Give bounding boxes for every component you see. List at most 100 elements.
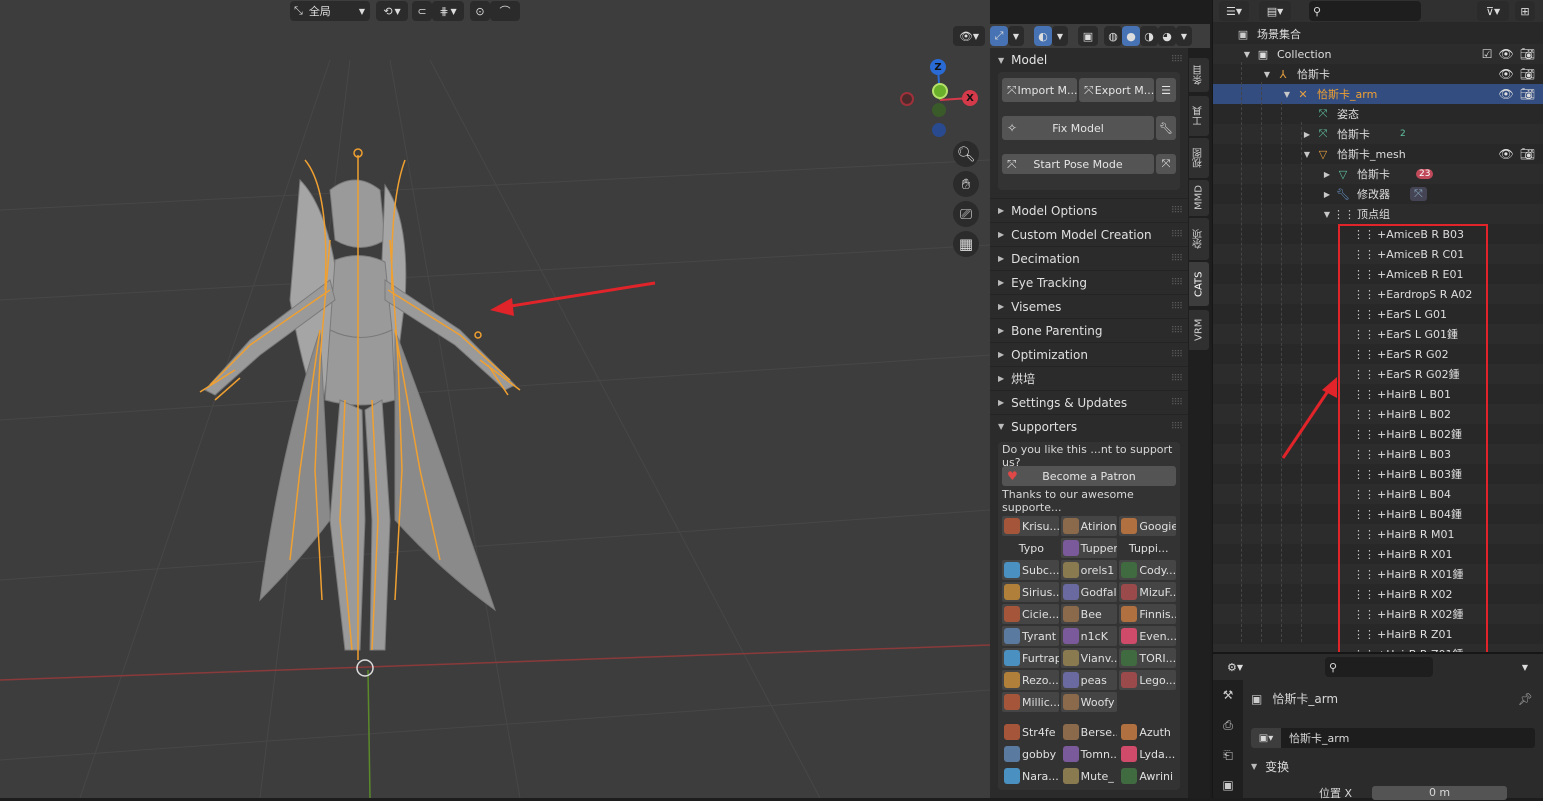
outliner-row[interactable]: ▣ 场景集合 bbox=[1213, 24, 1543, 44]
supporter-button[interactable]: Awrini bbox=[1119, 766, 1176, 786]
supporter-button[interactable]: Sirius... bbox=[1002, 582, 1059, 602]
supporter-button[interactable]: Furtrap bbox=[1002, 648, 1059, 668]
new-collection-button[interactable]: ⊞ bbox=[1515, 1, 1535, 21]
eye-icon[interactable]: 👁 bbox=[1499, 147, 1514, 161]
gizmo-toggle[interactable]: ⤢ bbox=[990, 26, 1008, 46]
supporter-button[interactable]: Woofy bbox=[1060, 692, 1118, 712]
snap-target-dropdown[interactable]: ⋕ ▼ bbox=[432, 1, 464, 21]
pan-hand-icon[interactable]: ✋︎ bbox=[953, 171, 979, 197]
camera-render-icon[interactable]: 📷︎ bbox=[1520, 47, 1535, 61]
drag-grip-icon[interactable]: ⠿⠿ bbox=[1171, 350, 1183, 360]
eye-icon[interactable]: 👁 bbox=[1499, 87, 1514, 101]
drag-grip-icon[interactable]: ⠿⠿ bbox=[1171, 230, 1183, 240]
output-tab-icon[interactable]: ⎗ bbox=[1213, 740, 1243, 770]
supporter-button[interactable]: Finnis... bbox=[1119, 604, 1177, 624]
supporter-button[interactable]: Mute_ bbox=[1061, 766, 1118, 786]
supporter-button[interactable]: orels1 bbox=[1060, 560, 1118, 580]
drag-grip-icon[interactable]: ⠿⠿ bbox=[1171, 55, 1183, 65]
supporter-button[interactable]: Str4fe bbox=[1002, 722, 1059, 742]
supporter-button[interactable]: Tyrant bbox=[1002, 626, 1059, 646]
tab-cn-2[interactable]: 视图 bbox=[1189, 138, 1209, 178]
panel-section-9[interactable]: ▼ Supporters ⠿⠿ bbox=[990, 414, 1188, 438]
solid-shading[interactable]: ● bbox=[1122, 26, 1140, 46]
expand-right-icon[interactable]: ▶ bbox=[1301, 130, 1313, 139]
transform-section-header[interactable]: ▼ 变换 bbox=[1251, 758, 1289, 775]
panel-section-4[interactable]: ▶ Visemes ⠿⠿ bbox=[990, 294, 1188, 318]
props-options-dropdown[interactable]: ▼ bbox=[1515, 657, 1535, 677]
falloff-dropdown[interactable]: ⌒ bbox=[490, 1, 520, 21]
y-axis-ball[interactable] bbox=[932, 83, 948, 99]
expand-down-icon[interactable]: ▼ bbox=[1281, 90, 1293, 99]
supporter-button[interactable]: Lego... bbox=[1119, 670, 1177, 690]
supporter-button[interactable]: Cicie... bbox=[1002, 604, 1059, 624]
camera-icon[interactable]: ⎚ bbox=[953, 201, 979, 227]
tab-mmd[interactable]: MMD bbox=[1189, 180, 1209, 216]
gizmo-dropdown[interactable]: ▼ bbox=[1008, 26, 1024, 46]
panel-section-8[interactable]: ▶ Settings & Updates ⠿⠿ bbox=[990, 390, 1188, 414]
drag-grip-icon[interactable]: ⠿⠿ bbox=[1171, 374, 1183, 384]
pose-to-shape-button[interactable]: ⤧ bbox=[1156, 154, 1176, 174]
supporter-button[interactable]: Berse... bbox=[1061, 722, 1117, 742]
supporter-button[interactable]: Typo bbox=[1002, 538, 1059, 558]
tab-cn-1[interactable]: 工具 bbox=[1189, 96, 1209, 136]
drag-grip-icon[interactable]: ⠿⠿ bbox=[1171, 302, 1183, 312]
overlays-toggle[interactable]: ◐ bbox=[1034, 26, 1052, 46]
camera-render-icon[interactable]: 📷︎ bbox=[1520, 147, 1535, 161]
model-panel-header[interactable]: ▼ Model ⠿⠿ bbox=[990, 48, 1188, 72]
outliner-search-input[interactable]: ⚲ bbox=[1309, 1, 1421, 21]
expand-down-icon[interactable]: ▼ bbox=[1241, 50, 1253, 59]
snap-toggle[interactable]: ⊂ bbox=[412, 1, 432, 21]
outliner-row[interactable]: ▼ ▽ 恰斯卡_mesh 👁 📷︎ bbox=[1213, 144, 1543, 164]
supporter-button[interactable]: Subc... bbox=[1002, 560, 1059, 580]
expand-right-icon[interactable]: ▶ bbox=[1321, 190, 1333, 199]
supporter-button[interactable]: Googie bbox=[1119, 516, 1177, 536]
tab-cats[interactable]: CATS bbox=[1189, 262, 1209, 306]
panel-section-3[interactable]: ▶ Eye Tracking ⠿⠿ bbox=[990, 270, 1188, 294]
drag-grip-icon[interactable]: ⠿⠿ bbox=[1171, 398, 1183, 408]
camera-render-icon[interactable]: 📷︎ bbox=[1520, 87, 1535, 101]
supporter-button[interactable]: Bee bbox=[1060, 604, 1118, 624]
panel-section-6[interactable]: ▶ Optimization ⠿⠿ bbox=[990, 342, 1188, 366]
transform-orientation-dropdown[interactable]: ⤡ 全局 ▼ bbox=[290, 1, 370, 21]
supporter-button[interactable]: Nara... bbox=[1002, 766, 1059, 786]
camera-render-icon[interactable]: 📷︎ bbox=[1520, 67, 1535, 81]
checkbox-icon[interactable]: ☑ bbox=[1482, 47, 1493, 61]
visibility-dropdown[interactable]: 👁 ▼ bbox=[953, 26, 985, 46]
pin-icon[interactable]: 📌︎ bbox=[1518, 692, 1533, 706]
wireframe-shading[interactable]: ◍ bbox=[1104, 26, 1122, 46]
tab-cn-4[interactable]: 杂项 bbox=[1189, 218, 1209, 260]
grid-perspective-icon[interactable]: ▦ bbox=[953, 231, 979, 257]
outliner-row[interactable]: ▶ ⤧ 恰斯卡 2 bbox=[1213, 124, 1543, 144]
props-editor-type-dropdown[interactable]: ⚙ ▼ bbox=[1219, 657, 1251, 677]
display-mode-dropdown[interactable]: ▤ ▼ bbox=[1259, 1, 1291, 21]
tab-cn-0[interactable]: 条目 bbox=[1189, 58, 1209, 92]
fix-settings-button[interactable]: 🔧︎ bbox=[1156, 116, 1176, 140]
eye-icon[interactable]: 👁 bbox=[1499, 67, 1514, 81]
export-model-button[interactable]: ⤧ Export M... bbox=[1079, 78, 1154, 102]
material-shading[interactable]: ◑ bbox=[1140, 26, 1158, 46]
expand-down-icon[interactable]: ▼ bbox=[1261, 70, 1273, 79]
outliner-row[interactable]: ▶ ▽ 恰斯卡 23 bbox=[1213, 164, 1543, 184]
expand-down-icon[interactable]: ▼ bbox=[1301, 150, 1313, 159]
z-axis-ball[interactable]: Z bbox=[930, 59, 946, 75]
tool-settings-tab-icon[interactable]: ⚒ bbox=[1213, 680, 1243, 710]
drag-grip-icon[interactable]: ⠿⠿ bbox=[1171, 206, 1183, 216]
supporter-button[interactable]: Krisu... bbox=[1002, 516, 1059, 536]
panel-section-2[interactable]: ▶ Decimation ⠿⠿ bbox=[990, 246, 1188, 270]
expand-right-icon[interactable]: ▶ bbox=[1321, 170, 1333, 179]
neg-y-axis-ball[interactable] bbox=[932, 103, 946, 117]
editor-type-dropdown[interactable]: ☰ ▼ bbox=[1219, 1, 1249, 21]
menu-button[interactable]: ☰ bbox=[1156, 78, 1176, 102]
drag-grip-icon[interactable]: ⠿⠿ bbox=[1171, 278, 1183, 288]
3d-viewport[interactable]: ⤡ 全局 ▼ ⟲▼ ⊂ ⋕▼ ⊙ ⌒ 选项▼ 👁▼ bbox=[0, 0, 990, 798]
outliner-row[interactable]: ▼ ✕ 恰斯卡_arm 👁 📷︎ bbox=[1213, 84, 1543, 104]
navigation-gizmo[interactable]: Z X bbox=[895, 55, 985, 145]
neg-x-axis-ball[interactable] bbox=[900, 92, 914, 106]
render-tab-icon[interactable]: ⎙ bbox=[1213, 710, 1243, 740]
object-name-field[interactable]: ▣▾ 恰斯卡_arm bbox=[1251, 728, 1535, 748]
import-model-button[interactable]: ⤧ Import M... bbox=[1002, 78, 1077, 102]
supporter-button[interactable]: Even... bbox=[1119, 626, 1177, 646]
eye-icon[interactable]: 👁 bbox=[1499, 47, 1514, 61]
props-search-input[interactable]: ⚲ bbox=[1325, 657, 1433, 677]
supporter-button[interactable]: n1cK bbox=[1060, 626, 1118, 646]
